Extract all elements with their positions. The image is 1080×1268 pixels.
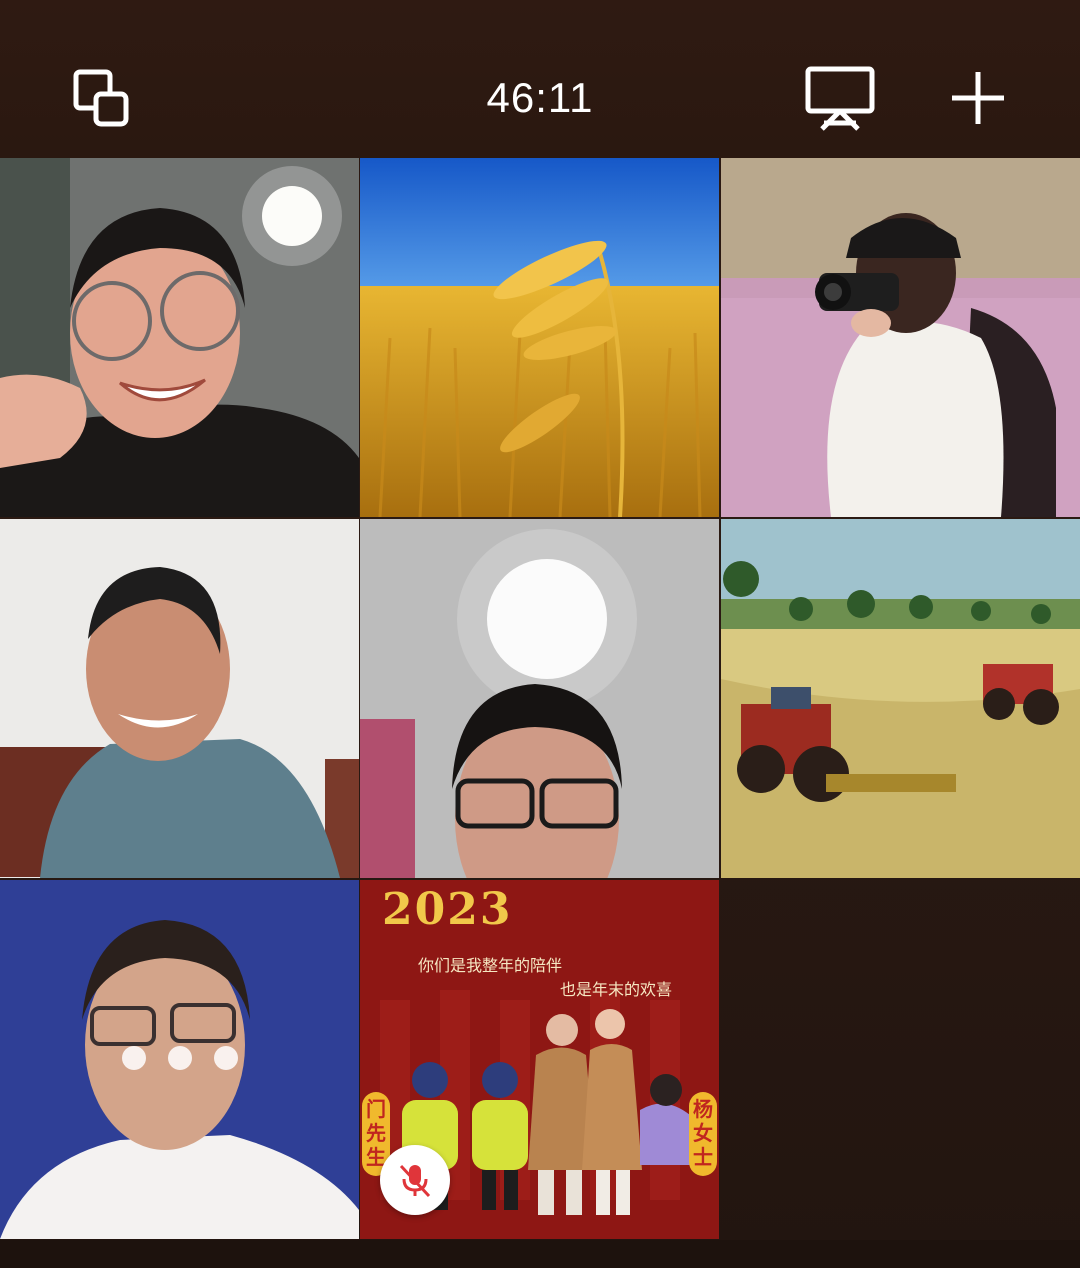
participant-tile-2[interactable] [360, 158, 719, 517]
participant-grid: 2023 你们是我整年的陪伴 也是年末的欢喜 门先生 杨女士 [0, 158, 1080, 1240]
mic-muted-indicator [380, 1145, 450, 1215]
participant-tile-5[interactable] [360, 519, 719, 878]
poster-line-2: 也是年末的欢喜 [560, 982, 673, 999]
participant-tile-3[interactable] [721, 158, 1080, 517]
mic-off-icon [399, 1164, 431, 1198]
participant-tile-1[interactable] [0, 158, 359, 517]
poster-year: 2023 [382, 884, 513, 935]
share-screen-icon[interactable] [800, 62, 880, 134]
poster-line-1: 你们是我整年的陪伴 [418, 958, 563, 975]
poster-right-text: 杨女士 [693, 1099, 713, 1169]
participant-tile-4[interactable] [0, 519, 359, 878]
participant-tile-8[interactable]: 2023 你们是我整年的陪伴 也是年末的欢喜 门先生 杨女士 [360, 880, 719, 1239]
loading-indicator [122, 1046, 238, 1070]
call-timer: 46:11 [486, 74, 594, 121]
add-icon[interactable] [942, 62, 1014, 134]
poster-left-text: 门先生 [366, 1099, 386, 1169]
bottom-bar [0, 1240, 1080, 1268]
participant-tile-6[interactable] [721, 519, 1080, 878]
call-header: 46:11 [0, 0, 1080, 158]
empty-tile [721, 880, 1080, 1239]
poster-right-badge: 杨女士 [689, 1092, 717, 1176]
participant-tile-7[interactable] [0, 880, 359, 1239]
